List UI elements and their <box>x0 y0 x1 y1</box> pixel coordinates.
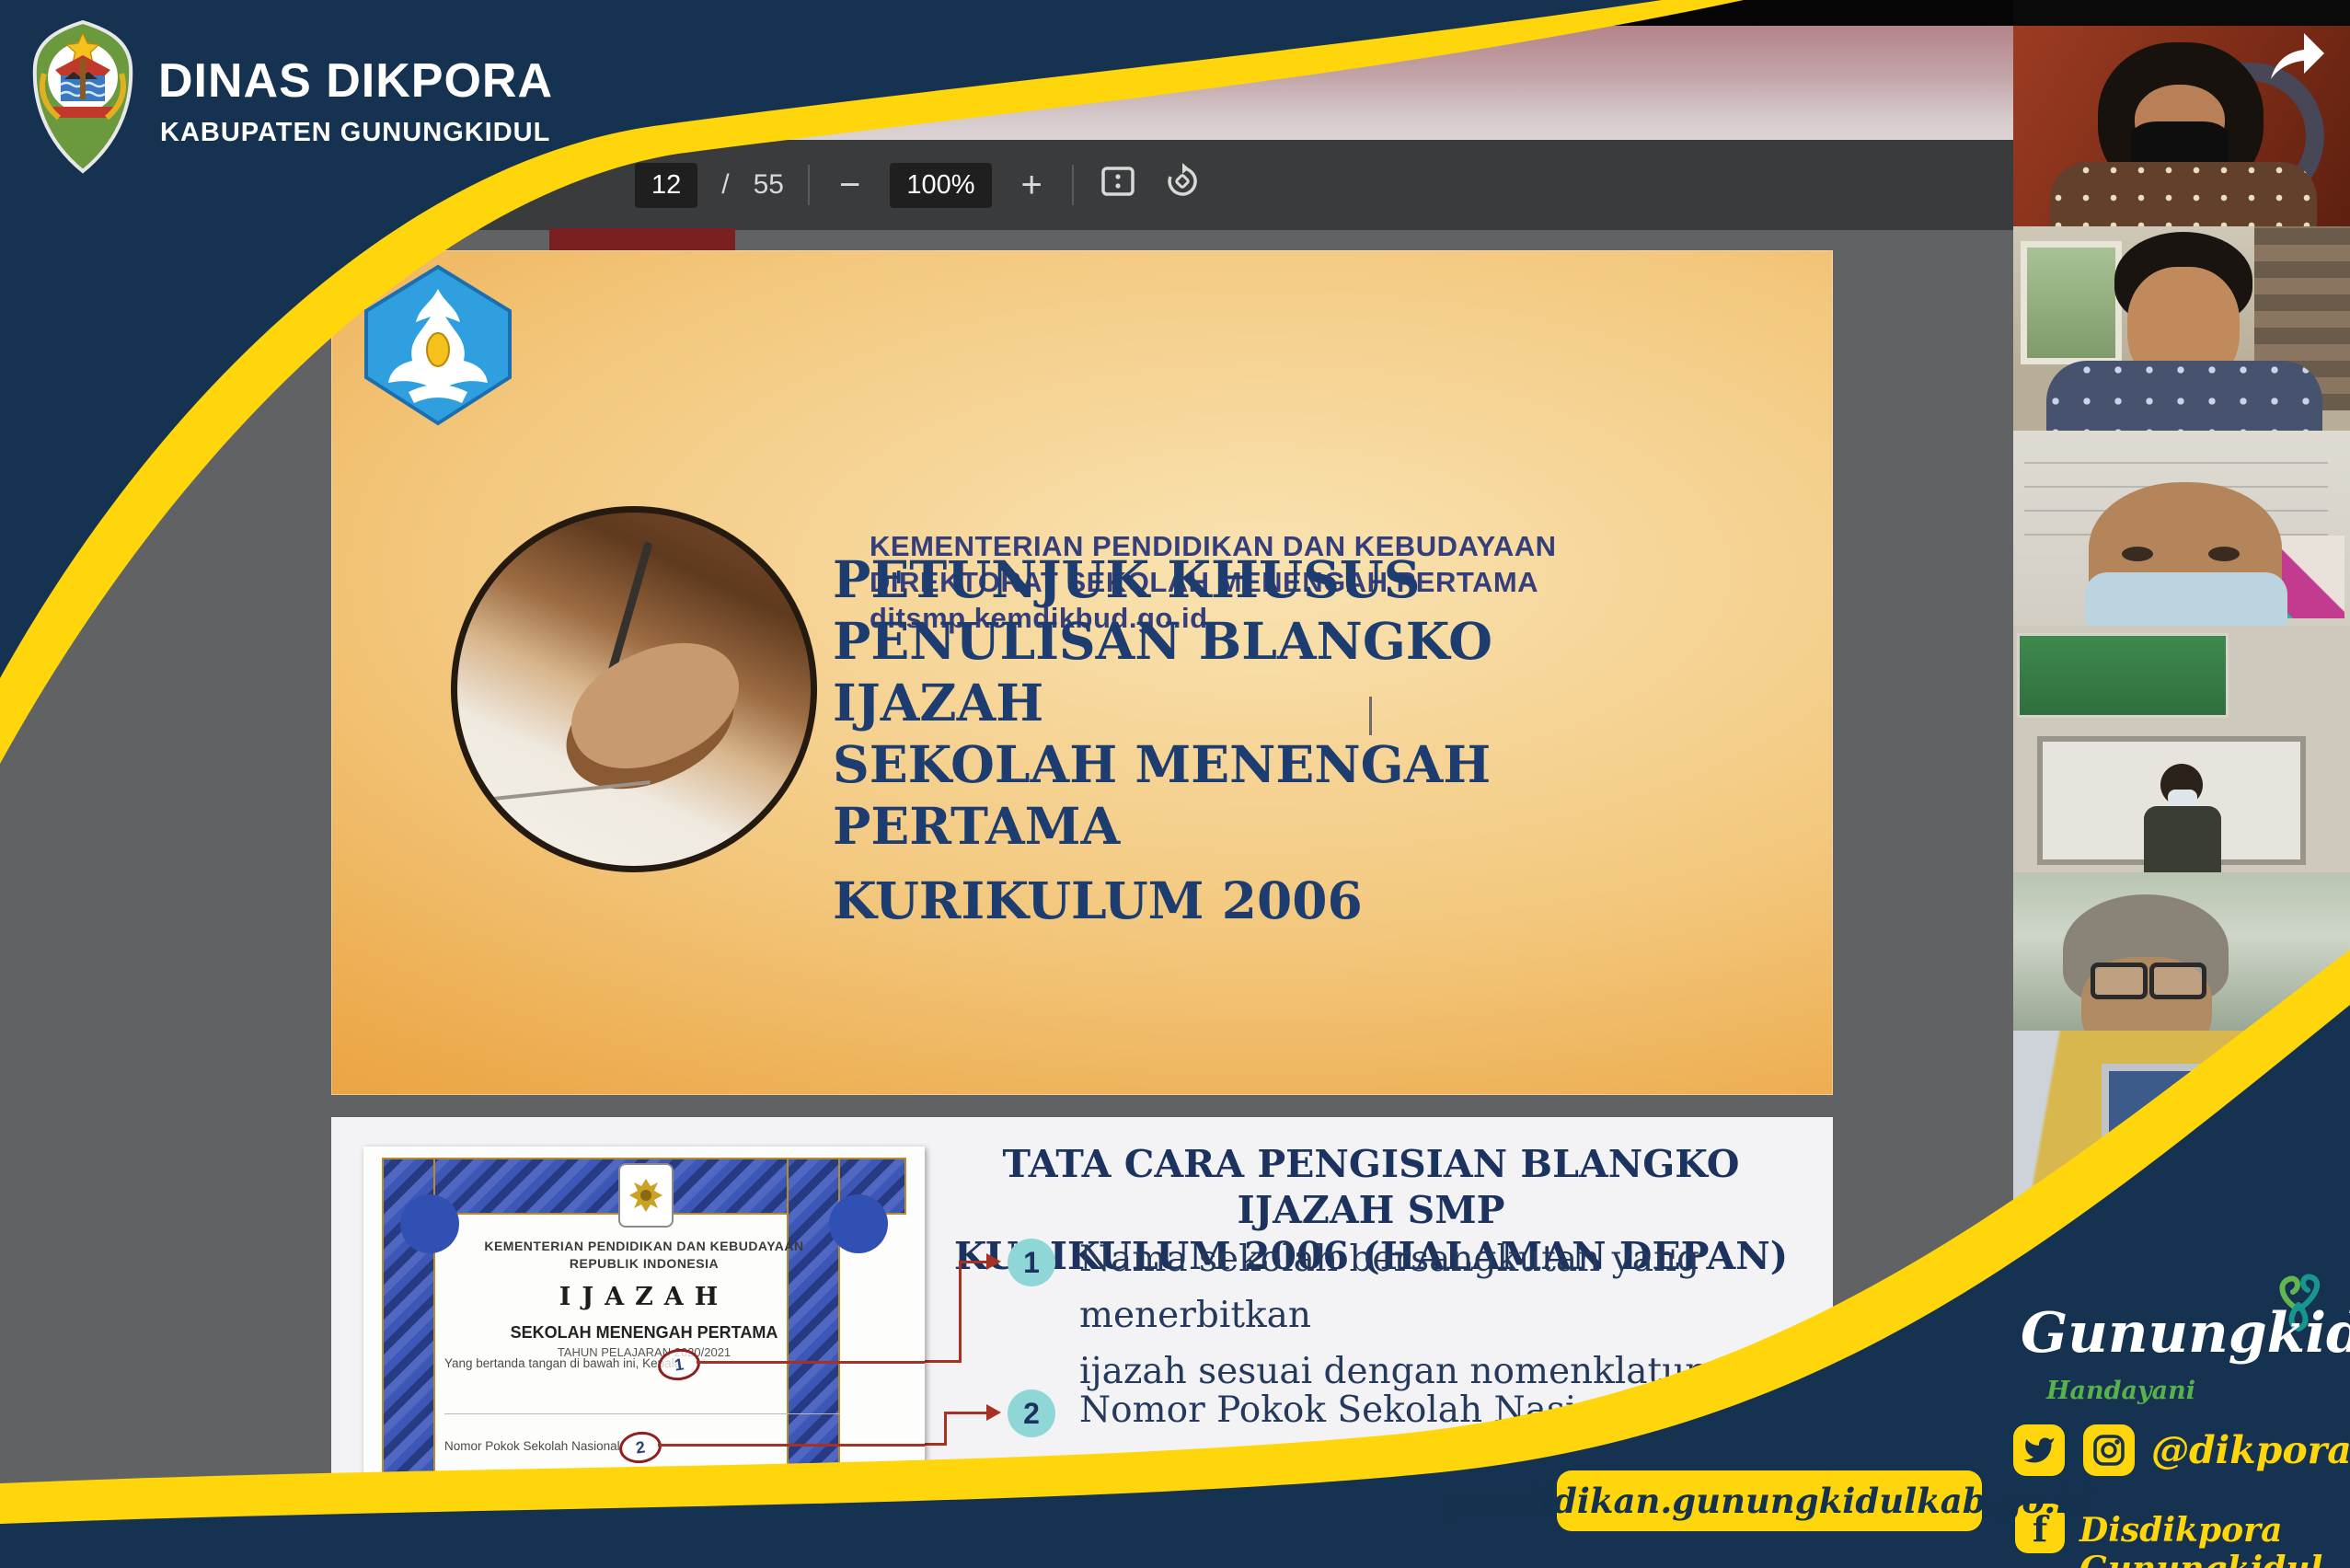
cert-field-label: Provinsi <box>444 1551 489 1565</box>
participant-batik-shirt <box>2046 361 2322 431</box>
slide-top-fragment <box>549 228 735 252</box>
cert-header2: REPUBLIK INDONESIA <box>419 1256 870 1271</box>
website-url: pendidikan.gunungkidulkab.go.id <box>1446 1481 2093 1521</box>
cert-field-label: Kabupaten/Kota <box>444 1507 534 1521</box>
item-text: Nomor Pokok Sekolah Nasional (NPSN) <box>1079 1382 1833 1438</box>
connector-line <box>959 1261 962 1363</box>
writing-hand-photo <box>451 506 817 872</box>
connector-line <box>925 1513 992 1516</box>
list-item: 1 Nama sekolah bersangkutan yang menerbi… <box>1008 1239 1833 1400</box>
item1-line1: Nama sekolah bersangkutan yang menerbitk… <box>1079 1231 1833 1343</box>
facebook-page-name: Disdikpora Gunungkidul <box>2079 1511 2350 1568</box>
cert-red-line <box>538 1556 731 1559</box>
cert-blank-line <box>444 1413 840 1414</box>
paper-line-in-photo <box>494 780 650 801</box>
connector-line <box>925 1360 959 1363</box>
fit-page-icon[interactable] <box>1098 161 1138 209</box>
participant-body <box>2144 806 2221 872</box>
participant-video-2[interactable] <box>2013 226 2350 431</box>
title-line-1: PETUNJUK KHUSUS <box>833 548 1624 610</box>
connector-arrow <box>986 1253 1001 1270</box>
agency-name: DINAS DIKPORA <box>158 53 553 109</box>
participant-head <box>2216 1121 2333 1235</box>
cert-field-number: 4 <box>498 1541 544 1568</box>
cert-subtitle: SEKOLAH MENENGAH PERTAMA <box>419 1323 870 1343</box>
website-badge[interactable]: pendidikan.gunungkidulkab.go.id <box>1557 1470 1982 1531</box>
item-number-badge: 2 <box>1008 1389 1055 1437</box>
video-conference-screen: 12 / 55 − 100% + <box>0 0 2350 1568</box>
page-total: 55 <box>754 169 784 201</box>
twitter-icon[interactable] <box>2013 1424 2065 1476</box>
participant-glasses <box>2091 963 2148 999</box>
participant-glasses <box>2149 963 2206 999</box>
title-line-2: PENULISAN BLANGKO IJAZAH <box>833 610 1624 733</box>
connector-arrow <box>986 1505 1001 1522</box>
cert-field-label: Yang bertanda tangan di bawah ini, Kepal… <box>444 1356 681 1370</box>
hand-in-photo <box>553 620 757 792</box>
share-arrow-icon[interactable] <box>2264 26 2330 89</box>
toolbar-divider <box>1072 165 1074 205</box>
instagram-icon[interactable] <box>2083 1424 2135 1476</box>
toolbar-divider <box>808 165 810 205</box>
participant-eye <box>2122 547 2153 561</box>
title-line-3: SEKOLAH MENENGAH PERTAMA <box>833 733 1624 857</box>
cert-field-label: Nomor Pokok Sekolah Nasional <box>444 1439 620 1453</box>
green-banner-decor <box>2017 633 2229 718</box>
participant-video-4[interactable] <box>2013 626 2350 872</box>
participant-eye <box>2208 547 2240 561</box>
agency-subtitle: KABUPATEN GUNUNGKIDUL <box>160 118 550 148</box>
cert-field-number: 3 <box>542 1497 588 1534</box>
text-cursor <box>1369 697 1372 735</box>
connector-arrow <box>986 1404 1001 1421</box>
cert-header1: KEMENTERIAN PENDIDIKAN DAN KEBUDAYAAN <box>419 1239 870 1253</box>
connector-line <box>925 1443 944 1446</box>
participant-batik-shirt <box>2050 162 2317 226</box>
top-black-bar <box>0 0 2350 26</box>
connector-line <box>944 1412 947 1446</box>
garuda-emblem-icon <box>618 1163 674 1228</box>
cert-field-number: 2 <box>617 1429 663 1466</box>
window-decor <box>2021 241 2122 364</box>
participant-face-mask <box>2085 572 2287 626</box>
zoom-in-button[interactable]: + <box>1016 167 1048 203</box>
kemdikbud-tutwuri-logo-icon <box>359 263 517 432</box>
item-number-badge: 1 <box>1008 1239 1055 1286</box>
rotate-page-icon[interactable] <box>1162 161 1203 209</box>
item-number-badge: 3 <box>1008 1491 1055 1539</box>
zoom-level-input[interactable]: 100% <box>890 163 991 208</box>
list-item: 2 Nomor Pokok Sekolah Nasional (NPSN) <box>1008 1389 1833 1438</box>
connector-line <box>944 1412 992 1414</box>
participant-face-mask <box>2168 790 2197 806</box>
participant-video-5[interactable] <box>2013 872 2350 1031</box>
pdf-toolbar: 12 / 55 − 100% + <box>0 140 2013 230</box>
cert-red-line <box>697 1361 925 1364</box>
title-line-4: KURIKULUM 2006 <box>833 870 1624 931</box>
page-separator: / <box>721 169 729 201</box>
cert-note: menerangkan bahwa <box>743 1550 846 1562</box>
participant-video-6[interactable] <box>2013 1031 2350 1235</box>
cert-title: IJAZAH <box>419 1283 870 1311</box>
slide-page-12: KEMENTERIAN PENDIDIKAN DAN KEBUDAYAAN DI… <box>331 250 1833 1095</box>
ijazah-certificate-image: KEMENTERIAN PENDIDIKAN DAN KEBUDAYAAN RE… <box>363 1147 925 1568</box>
cert-red-line <box>582 1512 925 1515</box>
zoom-out-button[interactable]: − <box>834 167 866 203</box>
page-number-input[interactable]: 12 <box>635 163 697 208</box>
participant-video-3[interactable] <box>2013 431 2350 626</box>
item-text: Nama sekolah bersangkutan yang menerbitk… <box>1079 1231 1833 1400</box>
slide2-title-line1: TATA CARA PENGISIAN BLANGKO IJAZAH SMP <box>929 1141 1813 1233</box>
social-handle: @dikpora_gk <box>2151 1428 2350 1472</box>
gunungkidul-footer-logo: Gunungkidul <box>2021 1301 2324 1366</box>
gunungkidul-footer-tagline: Handayani <box>2024 1377 2218 1405</box>
cert-red-line <box>658 1444 925 1447</box>
gunungkidul-regency-crest-icon <box>26 18 140 179</box>
item3-line2: mencoret) me <box>1079 1539 1833 1568</box>
slide-main-title: PETUNJUK KHUSUS PENULISAN BLANGKO IJAZAH… <box>833 548 1624 931</box>
